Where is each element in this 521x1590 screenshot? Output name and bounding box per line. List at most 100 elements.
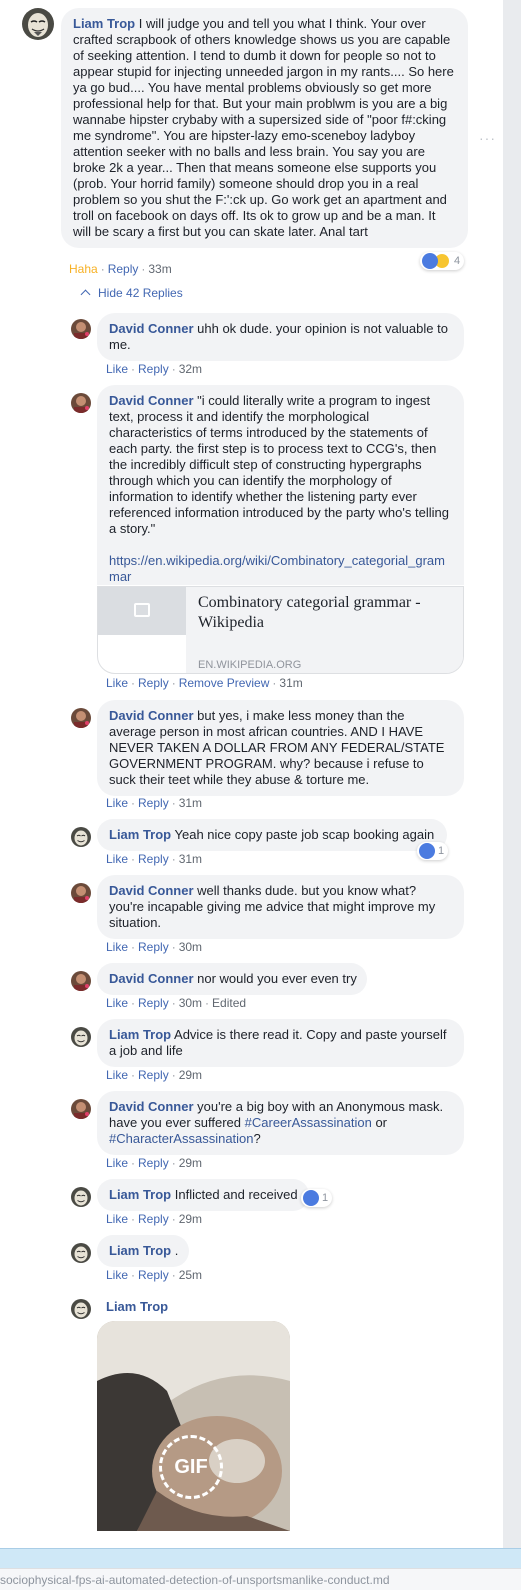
reply-button[interactable]: Reply (108, 262, 139, 276)
comment-time[interactable]: 33m (148, 262, 171, 276)
comment-author[interactable]: Liam Trop (73, 16, 135, 31)
reply-button[interactable]: Reply (138, 852, 169, 866)
like-button[interactable]: Like (106, 1068, 128, 1082)
like-button[interactable]: Like (106, 362, 128, 376)
avatar-anonymous-mask[interactable] (71, 1243, 91, 1263)
like-button[interactable]: Like (106, 676, 128, 690)
like-reaction-icon (419, 843, 435, 859)
reply-bubble: David Conner uhh ok dude. your opinion i… (97, 313, 464, 361)
avatar-anonymous-mask[interactable] (71, 1299, 91, 1319)
like-button[interactable]: Like (106, 852, 128, 866)
gif-attachment[interactable]: GIF (97, 1321, 290, 1531)
reply-author[interactable]: David Conner (109, 1099, 194, 1114)
like-button[interactable]: Like (106, 796, 128, 810)
more-options-icon[interactable]: ··· (479, 130, 496, 146)
comments-panel: Liam Trop I will judge you and tell you … (0, 0, 503, 1548)
gif-play-icon[interactable]: GIF (159, 1435, 223, 1499)
reply-author[interactable]: Liam Trop (109, 1187, 171, 1202)
reply-time[interactable]: 30m (179, 996, 202, 1010)
reply-author[interactable]: David Conner (109, 971, 194, 986)
avatar-anonymous-mask[interactable] (71, 1027, 91, 1047)
haha-reaction-button[interactable]: Haha (69, 262, 98, 276)
wikipedia-link[interactable]: https://en.wikipedia.org/wiki/Combinator… (109, 553, 452, 585)
avatar-anonymous-mask[interactable] (71, 827, 91, 847)
reaction-summary[interactable]: 1 (417, 842, 449, 860)
reply-author[interactable]: David Conner (109, 393, 194, 408)
comment-actions: Haha · Reply · 33m (69, 262, 172, 276)
avatar-david-conner[interactable] (71, 393, 91, 413)
reply-author[interactable]: Liam Trop (109, 1027, 171, 1042)
reply-author[interactable]: Liam Trop (106, 1299, 168, 1315)
reply-author[interactable]: David Conner (109, 883, 194, 898)
reaction-summary[interactable]: 1 (301, 1189, 333, 1207)
reply-author[interactable]: Liam Trop (109, 827, 171, 842)
url-bar[interactable]: sociophysical-fps-ai-automated-detection… (0, 1568, 521, 1590)
reply-button[interactable]: Reply (138, 940, 169, 954)
reply-actions: Like · Reply · 30m · Edited (106, 996, 247, 1010)
reply-author[interactable]: Liam Trop (109, 1243, 171, 1258)
reply-time[interactable]: 31m (179, 852, 202, 866)
reply-actions: Like · Reply · 29m (106, 1212, 203, 1226)
reply-text: nor would you ever even try (197, 971, 357, 986)
hashtag-link[interactable]: #CharacterAssassination (109, 1131, 254, 1146)
like-reaction-icon (422, 253, 438, 269)
reaction-count: 1 (322, 1192, 329, 1204)
image-placeholder-icon (134, 603, 150, 617)
reply-text: Inflicted and received (174, 1187, 298, 1202)
reaction-summary[interactable]: 4 (420, 252, 465, 270)
reply-actions: Like · Reply · 29m (106, 1156, 203, 1170)
preview-thumbnail (98, 587, 186, 635)
hide-replies-button[interactable]: Hide 42 Replies (80, 285, 183, 301)
avatar-anonymous-mask[interactable] (22, 8, 54, 40)
reply-button[interactable]: Reply (138, 1268, 169, 1282)
preview-title: Combinatory categorial grammar - Wikiped… (198, 594, 421, 631)
reply-button[interactable]: Reply (138, 1068, 169, 1082)
reply-time[interactable]: 29m (179, 1212, 202, 1226)
scrollbar-track[interactable] (503, 0, 521, 1548)
reply-bubble: David Conner nor would you ever even try (97, 963, 367, 995)
reply-button[interactable]: Reply (138, 362, 169, 376)
reply-button[interactable]: Reply (138, 676, 169, 690)
reply-button[interactable]: Reply (138, 1212, 169, 1226)
hashtag-link[interactable]: #CareerAssassination (245, 1115, 372, 1130)
reply-bubble: David Conner "i could literally write a … (97, 385, 464, 585)
reply-time[interactable]: 31m (279, 676, 302, 690)
reply-button[interactable]: Reply (138, 796, 169, 810)
reply-time[interactable]: 31m (179, 796, 202, 810)
reply-time[interactable]: 29m (179, 1156, 202, 1170)
reply-bubble: Liam Trop Advice is there read it. Copy … (97, 1019, 464, 1067)
avatar-david-conner[interactable] (71, 1099, 91, 1119)
reply-text: Yeah nice copy paste job scap booking ag… (174, 827, 435, 842)
edited-label[interactable]: Edited (212, 996, 246, 1010)
like-reaction-icon (303, 1190, 319, 1206)
reply-author[interactable]: David Conner (109, 321, 194, 336)
reply-actions: Like · Reply · 25m (106, 1268, 203, 1282)
reply-time[interactable]: 32m (179, 362, 202, 376)
reply-text-mid: or (375, 1115, 388, 1130)
reply-bubble: Liam Trop Yeah nice copy paste job scap … (97, 819, 447, 851)
reply-author[interactable]: David Conner (109, 708, 194, 723)
reply-time[interactable]: 25m (179, 1268, 202, 1282)
like-button[interactable]: Like (106, 1156, 128, 1170)
avatar-david-conner[interactable] (71, 883, 91, 903)
reply-text: . (174, 1243, 179, 1258)
reply-button[interactable]: Reply (138, 996, 169, 1010)
reaction-count: 1 (438, 845, 445, 857)
reply-time[interactable]: 29m (179, 1068, 202, 1082)
like-button[interactable]: Like (106, 1212, 128, 1226)
reply-actions: Like · Reply · Remove Preview · 31m (106, 676, 303, 690)
avatar-david-conner[interactable] (71, 319, 91, 339)
like-button[interactable]: Like (106, 996, 128, 1010)
chevron-up-icon (80, 289, 91, 300)
remove-preview-button[interactable]: Remove Preview (179, 676, 270, 690)
avatar-anonymous-mask[interactable] (71, 1187, 91, 1207)
avatar-david-conner[interactable] (71, 708, 91, 728)
reply-button[interactable]: Reply (138, 1156, 169, 1170)
like-button[interactable]: Like (106, 1268, 128, 1282)
like-button[interactable]: Like (106, 940, 128, 954)
avatar-david-conner[interactable] (71, 971, 91, 991)
link-preview-card[interactable]: Combinatory categorial grammar - Wikiped… (97, 586, 464, 674)
reply-time[interactable]: 30m (179, 940, 202, 954)
gif-thumbnail (97, 1321, 290, 1531)
status-bar (0, 1548, 521, 1568)
